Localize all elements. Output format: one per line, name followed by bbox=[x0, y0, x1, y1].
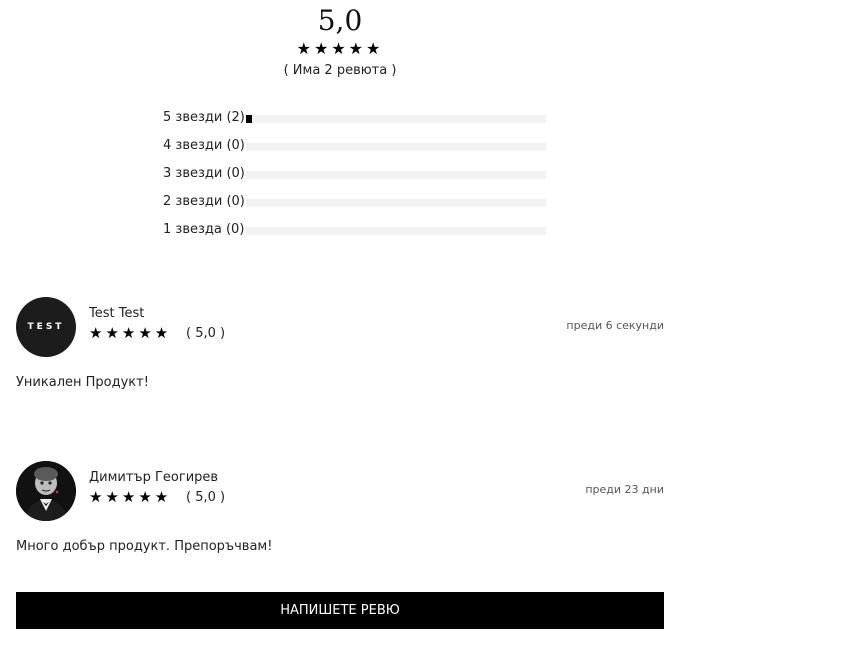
breakdown-label: 1 звезда (0) bbox=[163, 222, 245, 237]
breakdown-row-1[interactable]: 1 звезда (0) bbox=[163, 220, 563, 248]
breakdown-row-3[interactable]: 3 звезди (0) bbox=[163, 164, 563, 192]
reviewer-name: Димитър Геогирев bbox=[89, 470, 219, 485]
review-score: ( 5,0 ) bbox=[186, 490, 226, 505]
breakdown-label: 5 звезди (2) bbox=[163, 110, 245, 125]
review-item: TEST Test Test ★★★★★ ( 5,0 ) преди 6 сек… bbox=[16, 297, 664, 417]
review-stars-icon: ★★★★★ bbox=[89, 324, 172, 342]
breakdown-label: 3 звезди (0) bbox=[163, 166, 245, 181]
breakdown-row-4[interactable]: 4 звезди (0) bbox=[163, 136, 563, 164]
man-in-suit-icon bbox=[16, 461, 76, 521]
average-score: 5,0 bbox=[317, 4, 363, 37]
reviews-page: 5,0 ★★★★★ ( Има 2 ревюта ) 5 звезди (2) … bbox=[0, 0, 868, 659]
reviewer-name: Test Test bbox=[89, 306, 145, 321]
avatar bbox=[16, 461, 76, 521]
breakdown-bar-fill bbox=[246, 115, 252, 123]
breakdown-bar bbox=[246, 199, 546, 207]
breakdown-bar bbox=[246, 227, 546, 235]
breakdown-bar bbox=[246, 171, 546, 179]
breakdown-label: 2 звезди (0) bbox=[163, 194, 245, 209]
average-stars-icon: ★★★★★ bbox=[296, 39, 384, 58]
breakdown-bar bbox=[246, 115, 546, 123]
review-text: Уникален Продукт! bbox=[16, 375, 149, 390]
avatar: TEST bbox=[16, 297, 76, 357]
review-count: ( Има 2 ревюта ) bbox=[283, 63, 397, 78]
breakdown-label: 4 звезди (0) bbox=[163, 138, 245, 153]
review-date: преди 6 секунди bbox=[566, 319, 664, 332]
breakdown-row-5[interactable]: 5 звезди (2) bbox=[163, 108, 563, 136]
review-item: Димитър Геогирев ★★★★★ ( 5,0 ) преди 23 … bbox=[16, 461, 664, 581]
review-date: преди 23 дни bbox=[585, 483, 664, 496]
review-text: Много добър продукт. Препоръчвам! bbox=[16, 539, 273, 554]
rating-breakdown: 5 звезди (2) 4 звезди (0) 3 звезди (0) 2… bbox=[163, 108, 563, 248]
avatar-text: TEST bbox=[27, 322, 65, 332]
review-stars-icon: ★★★★★ bbox=[89, 488, 172, 506]
review-score: ( 5,0 ) bbox=[186, 326, 226, 341]
breakdown-row-2[interactable]: 2 звезди (0) bbox=[163, 192, 563, 220]
write-review-button[interactable]: НАПИШЕТЕ РЕВЮ bbox=[16, 592, 664, 629]
breakdown-bar bbox=[246, 143, 546, 151]
